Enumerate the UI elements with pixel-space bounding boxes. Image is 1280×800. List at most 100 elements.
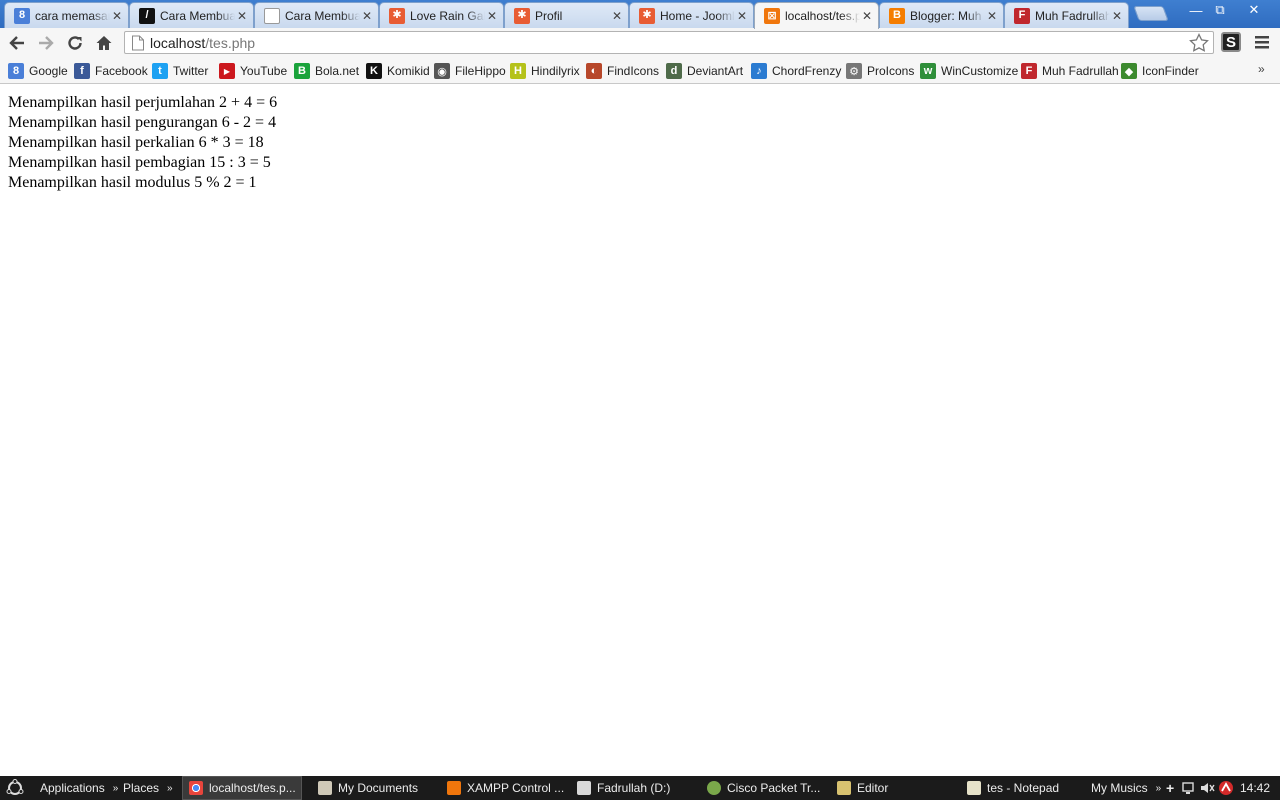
tab-4[interactable]: ✱ Profil ✕ (504, 2, 629, 28)
hamburger-icon (1255, 36, 1269, 49)
menu-logo-icon[interactable] (6, 776, 24, 800)
tab-6-active[interactable]: ⊠ localhost/tes.p ✕ (754, 2, 879, 29)
forward-button[interactable] (34, 31, 58, 55)
filehippo-icon: ◉ (434, 63, 450, 79)
bookmark-google[interactable]: 8 Google (8, 62, 68, 80)
result-line-modulus: Menampilkan hasil modulus 5 % 2 = 1 (8, 174, 257, 191)
result-line-subtraction: Menampilkan hasil pengurangan 6 - 2 = 4 (8, 114, 277, 131)
tab-close-icon[interactable]: ✕ (485, 9, 499, 23)
result-line-multiplication: Menampilkan hasil perkalian 6 * 3 = 18 (8, 134, 264, 151)
bookmark-twitter[interactable]: t Twitter (152, 62, 208, 80)
taskbar-item-notepad[interactable]: tes - Notepad (967, 776, 1059, 800)
findicons-icon: ◐ (586, 63, 602, 79)
places-menu[interactable]: Places » (123, 776, 173, 800)
tab-0[interactable]: 8 cara memasan ✕ (4, 2, 129, 28)
editor-icon (837, 781, 851, 795)
arrow-icon: » (112, 782, 119, 794)
bookmark-star-icon[interactable] (1189, 33, 1209, 56)
tab-2[interactable]: Cara Membuat ✕ (254, 2, 379, 28)
bookmark-label: Komikid (387, 64, 430, 78)
folder-icon (318, 781, 332, 795)
taskbar-item-editor[interactable]: Editor (837, 776, 888, 800)
bookmark-proicons[interactable]: ⚙ ProIcons (846, 62, 914, 80)
tab-close-icon[interactable]: ✕ (610, 9, 624, 23)
proicons-icon: ⚙ (846, 63, 862, 79)
bookmark-deviantart[interactable]: d DeviantArt (666, 62, 743, 80)
twitter-icon: t (152, 63, 168, 79)
tab-close-icon[interactable]: ✕ (985, 9, 999, 23)
restore-icon[interactable]: ⧉ (1206, 0, 1234, 20)
tab-close-icon[interactable]: ✕ (735, 9, 749, 23)
address-path: /tes.php (205, 34, 256, 51)
taskbar-item-chrome[interactable]: localhost/tes.p... (182, 776, 302, 800)
deviantart-icon: d (666, 63, 682, 79)
home-icon (96, 36, 112, 50)
bookmark-wincustomize[interactable]: w WinCustomize (920, 62, 1018, 80)
bookmark-youtube[interactable]: ▶ YouTube (219, 62, 287, 80)
bookmark-label: Twitter (173, 64, 209, 78)
wincustomize-icon: w (920, 63, 936, 79)
tab-title: Profil (535, 8, 563, 23)
taskbar-label: Applications (40, 781, 105, 795)
bookmark-findicons[interactable]: ◐ FindIcons (586, 62, 659, 80)
bookmark-iconfinder[interactable]: ◆ IconFinder (1121, 62, 1199, 80)
tab-favicon-icon: / (139, 7, 155, 24)
bookmark-chordfrenzy[interactable]: ♪ ChordFrenzy (751, 62, 841, 80)
bola-icon: B (294, 63, 310, 79)
page-icon (132, 35, 144, 50)
tab-close-icon[interactable]: ✕ (860, 9, 874, 23)
bookmark-label: ChordFrenzy (772, 64, 842, 78)
bookmark-komikid[interactable]: K Komikid (366, 62, 430, 80)
drive-icon (577, 781, 591, 795)
reload-button[interactable] (63, 31, 87, 55)
tab-8[interactable]: F Muh Fadrullah ✕ (1004, 2, 1129, 28)
new-tab-button[interactable] (1133, 6, 1169, 21)
clock[interactable]: 14:42 (1240, 776, 1270, 800)
komikid-icon: K (366, 63, 382, 79)
bookmark-filehippo[interactable]: ◉ FileHippo (434, 62, 506, 80)
bookmark-facebook[interactable]: f Facebook (74, 62, 148, 80)
address-host: localhost (150, 34, 206, 51)
taskbar-item-my-documents[interactable]: My Documents (318, 776, 418, 800)
bookmark-label: Google (29, 64, 68, 78)
my-musics-menu[interactable]: My Musics » (1091, 776, 1161, 800)
add-panel-icon[interactable]: + (1166, 776, 1174, 800)
close-window-icon[interactable]: ✕ (1240, 0, 1268, 20)
bookmark-bola[interactable]: B Bola.net (294, 62, 359, 80)
tab-3[interactable]: ✱ Love Rain Galle ✕ (379, 2, 504, 28)
menu-button[interactable] (1253, 34, 1273, 52)
tab-close-icon[interactable]: ✕ (360, 9, 374, 23)
tab-favicon-icon: ✱ (639, 7, 655, 24)
tab-7[interactable]: B Blogger: Muh F ✕ (879, 2, 1004, 28)
tab-1[interactable]: / Cara Membuat ✕ (129, 2, 254, 28)
page-content: Menampilkan hasil perjumlahan 2 + 4 = 6 … (8, 93, 277, 193)
antivirus-tray-icon[interactable] (1218, 776, 1234, 800)
taskbar-item-cisco[interactable]: Cisco Packet Tr... (707, 776, 820, 800)
more-bookmarks-chevron-icon[interactable]: » (1258, 62, 1265, 76)
volume-muted-icon[interactable] (1200, 776, 1216, 800)
bookmark-muh-fadrullah[interactable]: F Muh Fadrullah (1021, 62, 1119, 80)
network-tray-icon[interactable] (1182, 776, 1198, 800)
browser-toolbar: localhost/tes.php S (0, 28, 1280, 57)
tab-close-icon[interactable]: ✕ (110, 9, 124, 23)
arrow-icon: » (1155, 782, 1162, 794)
address-bar[interactable]: localhost/tes.php (124, 31, 1214, 54)
taskbar-label: Cisco Packet Tr... (727, 781, 821, 795)
f-icon: F (1021, 63, 1037, 79)
applications-menu[interactable]: Applications » (40, 776, 118, 800)
tab-close-icon[interactable]: ✕ (1110, 9, 1124, 23)
back-button[interactable] (5, 31, 29, 55)
bookmark-label: IconFinder (1142, 64, 1199, 78)
tab-title: Home - Joomla (660, 8, 735, 23)
bookmark-hindilyrix[interactable]: H Hindilyrix (510, 62, 580, 80)
taskbar-item-xampp[interactable]: XAMPP Control ... (447, 776, 564, 800)
bookmark-label: YouTube (240, 64, 288, 78)
taskbar-label: XAMPP Control ... (467, 781, 565, 795)
extension-s-icon[interactable]: S (1221, 32, 1241, 52)
taskbar-item-drive-d[interactable]: Fadrullah (D:) (577, 776, 670, 800)
tab-5[interactable]: ✱ Home - Joomla ✕ (629, 2, 754, 28)
taskbar-label: Fadrullah (D:) (597, 781, 671, 795)
home-button[interactable] (92, 31, 116, 55)
bookmark-label: WinCustomize (941, 64, 1019, 78)
tab-close-icon[interactable]: ✕ (235, 9, 249, 23)
